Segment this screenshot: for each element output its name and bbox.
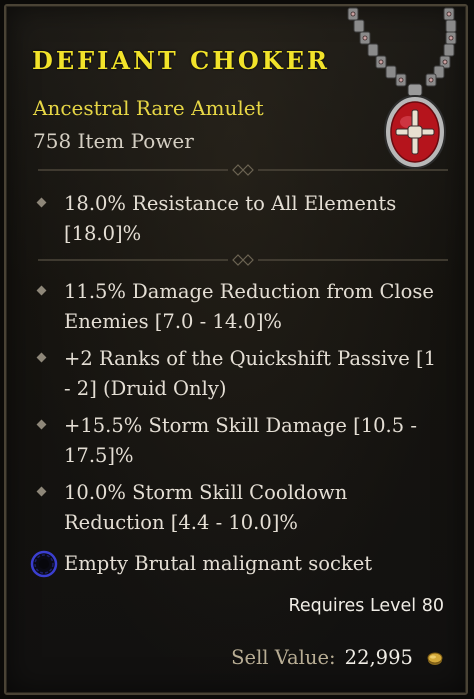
affix-line-1: 10.0% Storm Skill Cooldown xyxy=(64,481,348,504)
gold-coin-icon xyxy=(427,652,443,665)
affix-line-2: [18.0]% xyxy=(64,222,142,245)
affix-line-1: +2 Ranks of the Quickshift Passive [1 xyxy=(64,347,437,370)
item-power: 758 Item Power xyxy=(33,129,194,153)
tooltip-header: DEFIANT CHOKER Ancestral Rare Amulet 758… xyxy=(6,6,466,169)
affix-line-2: Enemies [7.0 - 14.0]% xyxy=(64,310,282,333)
affix: 11.5% Damage Reduction from Close Enemie… xyxy=(36,277,438,337)
item-tooltip: DEFIANT CHOKER Ancestral Rare Amulet 758… xyxy=(4,4,468,695)
divider xyxy=(38,164,448,176)
affix-line-2: Reduction [4.4 - 10.0]% xyxy=(64,511,298,534)
sell-value-amount: 22,995 xyxy=(344,646,413,669)
affix: +2 Ranks of the Quickshift Passive [1 - … xyxy=(36,344,438,404)
malignant-socket-icon xyxy=(30,550,58,578)
item-type: Ancestral Rare Amulet xyxy=(33,96,264,120)
bullet-icon xyxy=(36,419,47,430)
amulet-icon xyxy=(347,7,457,169)
required-level: Requires Level 80 xyxy=(288,596,444,616)
bullet-icon xyxy=(36,285,47,296)
sell-value-row: Sell Value: 22,995 xyxy=(231,646,444,676)
affix-line-2: - 2] (Druid Only) xyxy=(64,377,227,400)
bullet-icon xyxy=(36,486,47,497)
affix: 10.0% Storm Skill Cooldown Reduction [4.… xyxy=(36,478,438,538)
implicit-affix: 18.0% Resistance to All Elements [18.0]% xyxy=(36,189,438,249)
item-name: DEFIANT CHOKER xyxy=(32,46,330,75)
sell-value-label: Sell Value: xyxy=(231,646,336,669)
affix-line-1: +15.5% Storm Skill Damage [10.5 - xyxy=(64,414,417,437)
affix-line-1: 11.5% Damage Reduction from Close xyxy=(64,280,434,303)
bullet-icon xyxy=(36,197,47,208)
affix-line-1: 18.0% Resistance to All Elements xyxy=(64,192,397,215)
socket-label: Empty Brutal malignant socket xyxy=(64,552,373,575)
affix-line-2: 17.5]% xyxy=(64,444,134,467)
divider xyxy=(38,254,448,266)
affix: +15.5% Storm Skill Damage [10.5 - 17.5]% xyxy=(36,411,438,471)
bullet-icon xyxy=(36,352,47,363)
socket-row: Empty Brutal malignant socket xyxy=(30,548,450,582)
